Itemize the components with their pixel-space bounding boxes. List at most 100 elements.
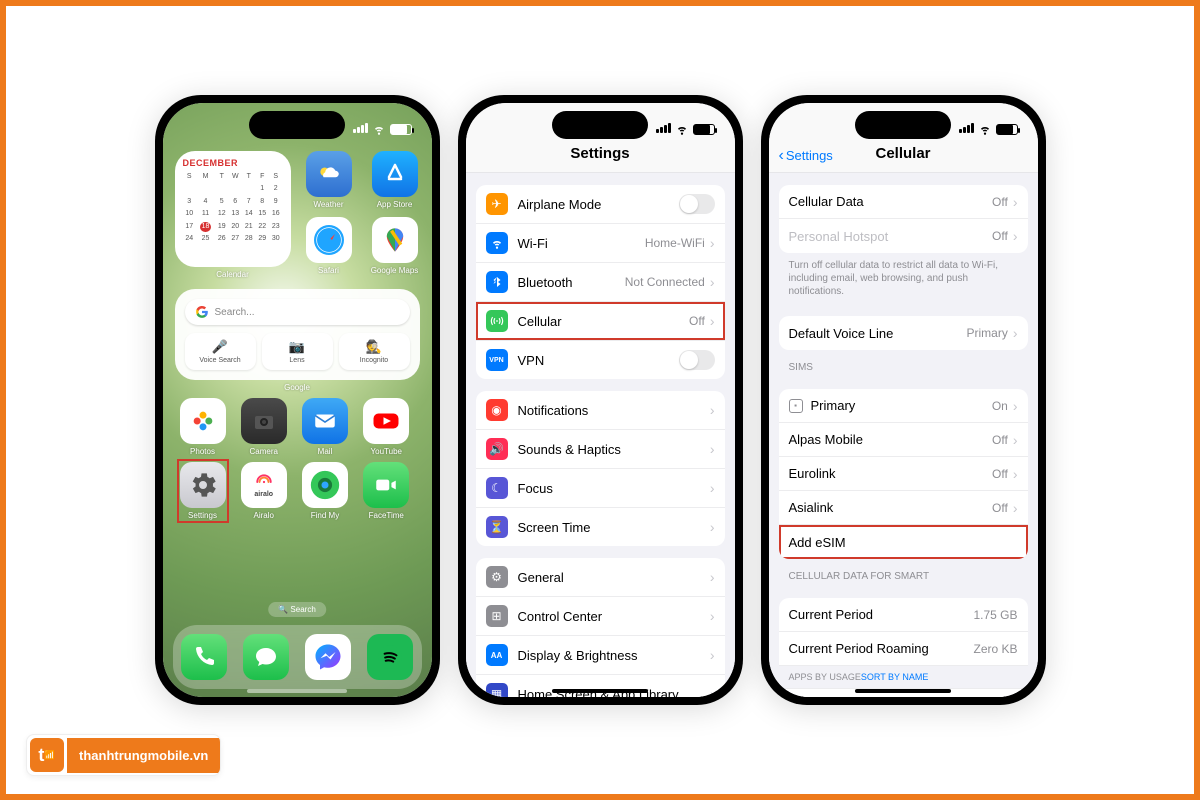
phone-home: DECEMBER SMTWTFS 12 3456789 101112131415… (155, 95, 440, 705)
row-sim[interactable]: Alpas MobileOff› (779, 423, 1028, 457)
row-airplane[interactable]: ✈Airplane Mode (476, 185, 725, 224)
airplane-icon: ✈ (486, 193, 508, 215)
mic-icon: 🎤 (189, 339, 252, 355)
row-voice-line[interactable]: Default Voice LinePrimary› (779, 316, 1028, 350)
row-bluetooth[interactable]: BluetoothNot Connected› (476, 263, 725, 302)
dock-messenger[interactable] (305, 634, 351, 680)
apps-grid-icon: ▦ (486, 683, 508, 697)
incognito-icon: 🕵️ (343, 339, 406, 355)
google-widget[interactable]: Search... 🎤Voice Search 📷Lens 🕵️Incognit… (175, 289, 420, 380)
calendar-month: DECEMBER (183, 157, 283, 171)
google-lens[interactable]: 📷Lens (262, 333, 333, 370)
google-search[interactable]: Search... (185, 299, 410, 325)
app-weather[interactable]: Weather (301, 151, 357, 209)
phone-cellular: ‹Settings Cellular Cellular DataOff› Per… (761, 95, 1046, 705)
home-indicator[interactable] (247, 689, 347, 693)
apps-usage-header: APPS BY USAGESORT BY NAME (779, 666, 1028, 689)
google-voice[interactable]: 🎤Voice Search (185, 333, 256, 370)
row-current-period[interactable]: Current Period1.75 GB (779, 598, 1028, 632)
row-focus[interactable]: ☾Focus› (476, 469, 725, 508)
dock-messages[interactable] (243, 634, 289, 680)
google-label: Google (163, 383, 432, 392)
settings-list[interactable]: ✈Airplane Mode Wi-FiHome-WiFi› Bluetooth… (466, 173, 735, 697)
google-incognito[interactable]: 🕵️Incognito (339, 333, 410, 370)
row-homescreen[interactable]: ▦Home Screen & App Library› (476, 675, 725, 697)
dynamic-island (249, 111, 345, 139)
google-logo-icon (195, 305, 209, 319)
dock-spotify[interactable] (367, 634, 413, 680)
app-safari[interactable]: Safari (301, 217, 357, 275)
row-screentime[interactable]: ⏳Screen Time› (476, 508, 725, 546)
moon-icon: ☾ (486, 477, 508, 499)
toggle[interactable] (679, 194, 715, 214)
toggle[interactable] (679, 350, 715, 370)
chevron-icon: › (710, 235, 715, 251)
hourglass-icon: ⏳ (486, 516, 508, 538)
app-googlemaps[interactable]: Google Maps (367, 217, 423, 275)
row-sounds[interactable]: 🔊Sounds & Haptics› (476, 430, 725, 469)
row-sim[interactable]: EurolinkOff› (779, 457, 1028, 491)
vpn-icon: VPN (486, 349, 508, 371)
app-findmy[interactable]: Find My (297, 462, 353, 520)
nav-title: Settings (570, 145, 629, 162)
app-facetime[interactable]: FaceTime (358, 462, 414, 520)
dynamic-island (855, 111, 951, 139)
row-notifications[interactable]: ◉Notifications› (476, 391, 725, 430)
tutorial-frame: DECEMBER SMTWTFS 12 3456789 101112131415… (0, 0, 1200, 800)
sort-button[interactable]: SORT BY NAME (861, 672, 929, 682)
dynamic-island (552, 111, 648, 139)
row-cellular[interactable]: CellularOff› (476, 302, 725, 341)
app-mail[interactable]: Mail (297, 398, 353, 456)
wifi-icon (486, 232, 508, 254)
row-add-esim[interactable]: Add eSIM (779, 525, 1028, 559)
back-button[interactable]: ‹Settings (779, 147, 833, 165)
row-roaming[interactable]: Current Period RoamingZero KB (779, 632, 1028, 666)
speaker-icon: 🔊 (486, 438, 508, 460)
gear-icon: ⚙ (486, 566, 508, 588)
signal-icon (958, 123, 974, 136)
watermark-logo-icon: t📶 (30, 738, 64, 772)
wifi-icon (372, 122, 386, 136)
app-settings[interactable]: Settings (175, 462, 231, 520)
row-general[interactable]: ⚙General› (476, 558, 725, 597)
row-sim-primary[interactable]: ▪PrimaryOn› (779, 389, 1028, 423)
app-airalo[interactable]: airaloAiralo (236, 462, 292, 520)
usage-header: CELLULAR DATA FOR SMART (769, 559, 1038, 586)
home-indicator[interactable] (552, 689, 648, 693)
app-camera[interactable]: Camera (236, 398, 292, 456)
app-appstore[interactable]: App Store (367, 151, 423, 209)
home-search-pill[interactable]: 🔍 Search (268, 602, 326, 617)
home-indicator[interactable] (855, 689, 951, 693)
phone-settings: Settings ✈Airplane Mode Wi-FiHome-WiFi› … (458, 95, 743, 705)
signal-icon (352, 123, 368, 136)
lens-icon: 📷 (266, 339, 329, 355)
row-vpn[interactable]: VPNVPN (476, 341, 725, 379)
row-wifi[interactable]: Wi-FiHome-WiFi› (476, 224, 725, 263)
chevron-icon: › (710, 274, 715, 290)
chevron-icon: › (710, 313, 715, 329)
row-sim[interactable]: AsialinkOff› (779, 491, 1028, 525)
bell-icon: ◉ (486, 399, 508, 421)
row-cellular-data[interactable]: Cellular DataOff› (779, 185, 1028, 219)
app-youtube[interactable]: YouTube (358, 398, 414, 456)
dock (173, 625, 422, 689)
dock-phone[interactable] (181, 634, 227, 680)
watermark: t📶 thanhtrungmobile.vn (26, 734, 221, 776)
sim-badge-icon: ▪ (789, 399, 803, 413)
watermark-text: thanhtrungmobile.vn (67, 738, 220, 773)
text-size-icon: AA (486, 644, 508, 666)
cellular-icon (486, 310, 508, 332)
row-hotspot[interactable]: Personal HotspotOff› (779, 219, 1028, 253)
calendar-label: Calendar (175, 270, 291, 279)
wifi-icon (675, 122, 689, 136)
footer-note: Turn off cellular data to restrict all d… (769, 253, 1038, 304)
calendar-widget[interactable]: DECEMBER SMTWTFS 12 3456789 101112131415… (175, 151, 291, 267)
bluetooth-icon (486, 271, 508, 293)
app-photos[interactable]: Photos (175, 398, 231, 456)
nav-title: Cellular (875, 145, 930, 162)
row-display[interactable]: AADisplay & Brightness› (476, 636, 725, 675)
row-controlcenter[interactable]: ⊞Control Center› (476, 597, 725, 636)
cellular-list[interactable]: Cellular DataOff› Personal HotspotOff› T… (769, 173, 1038, 697)
signal-icon (655, 123, 671, 136)
wifi-icon (978, 122, 992, 136)
